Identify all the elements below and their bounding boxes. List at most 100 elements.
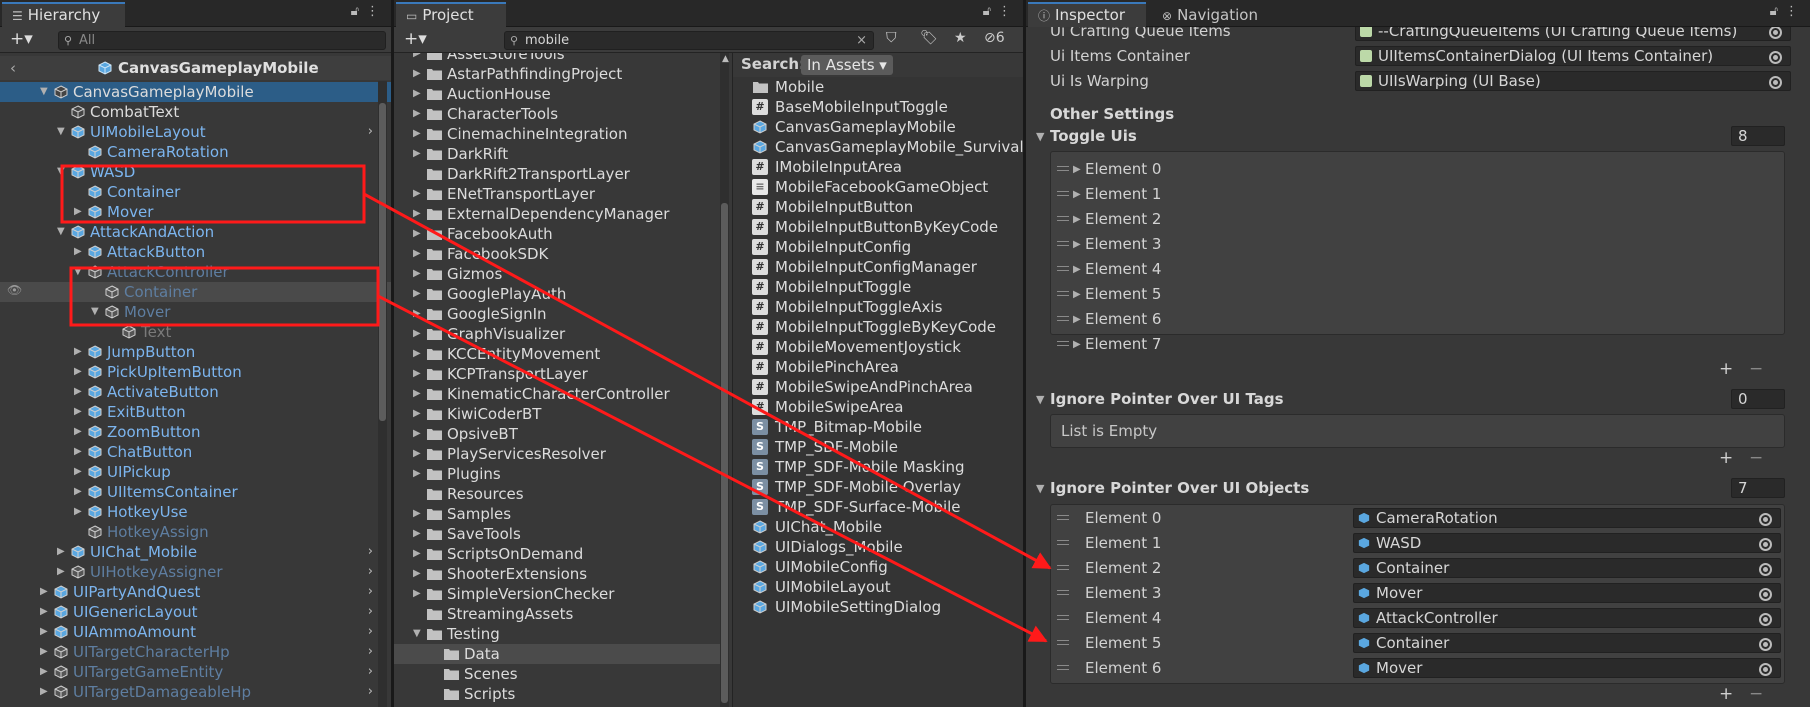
- tab-hierarchy[interactable]: ☰ Hierarchy: [2, 2, 125, 27]
- folder-row[interactable]: ▶ SaveTools: [394, 524, 720, 544]
- hierarchy-row[interactable]: ▼ AttackAndAction: [0, 222, 391, 242]
- drag-handle-icon[interactable]: [1057, 590, 1069, 595]
- folder-row[interactable]: Scripts: [394, 684, 720, 704]
- collapsed-arrow-icon[interactable]: ▶: [413, 564, 421, 584]
- folder-row[interactable]: ▶ CinemachineIntegration: [394, 124, 720, 144]
- hierarchy-row[interactable]: ▶ PickUpItemButton: [0, 362, 391, 382]
- foldout-arrow-icon[interactable]: ▼: [1036, 478, 1044, 500]
- hidden-packages-icon[interactable]: ⊘6: [984, 30, 1005, 46]
- search-result-item[interactable]: # MobileInputToggle: [733, 277, 1023, 297]
- object-picker-icon[interactable]: [1759, 638, 1772, 651]
- scrollbar-thumb[interactable]: [379, 103, 386, 421]
- folder-row[interactable]: ▶ PlayServicesResolver: [394, 444, 720, 464]
- collapsed-arrow-icon[interactable]: ▶: [413, 284, 421, 304]
- collapsed-arrow-icon[interactable]: ▶: [413, 244, 421, 264]
- search-result-item[interactable]: S TMP_SDF-Mobile Masking: [733, 457, 1023, 477]
- search-result-item[interactable]: UIDialogs_Mobile: [733, 537, 1023, 557]
- object-picker-icon[interactable]: [1759, 538, 1772, 551]
- object-field[interactable]: Mover: [1353, 583, 1781, 603]
- collapsed-arrow-icon[interactable]: ▶: [413, 53, 421, 64]
- collapsed-arrow-icon[interactable]: ▶: [74, 442, 82, 462]
- search-result-item[interactable]: # MobilePinchArea: [733, 357, 1023, 377]
- folder-row[interactable]: ▶ KCCEntityMovement: [394, 344, 720, 364]
- search-result-item[interactable]: # MobileInputButtonByKeyCode: [733, 217, 1023, 237]
- object-field[interactable]: --CraftingQueueItems (UI Crafting Queue …: [1355, 27, 1791, 41]
- hierarchy-row[interactable]: ▼ Mover: [0, 302, 391, 322]
- collapsed-arrow-icon[interactable]: ▶: [413, 344, 421, 364]
- list-element-row[interactable]: ▶ Element 7: [1051, 333, 1784, 355]
- ignore-objects-size-field[interactable]: 7: [1731, 478, 1785, 498]
- expanded-arrow-icon[interactable]: ▼: [57, 122, 65, 142]
- object-field[interactable]: AttackController: [1353, 608, 1781, 628]
- hierarchy-row[interactable]: ▶ ActivateButton: [0, 382, 391, 402]
- chevron-right-icon[interactable]: ›: [368, 562, 373, 582]
- collapsed-arrow-icon[interactable]: ▶: [1073, 334, 1081, 356]
- collapsed-arrow-icon[interactable]: ▶: [413, 84, 421, 104]
- search-result-item[interactable]: UIChat_Mobile: [733, 517, 1023, 537]
- collapsed-arrow-icon[interactable]: ▶: [413, 464, 421, 484]
- list-element-row[interactable]: Element 4 AttackController: [1051, 607, 1784, 629]
- ignore-tags-size-field[interactable]: 0: [1731, 389, 1785, 409]
- hierarchy-row[interactable]: ▼ WASD: [0, 162, 391, 182]
- hierarchy-row[interactable]: ▶ ExitButton: [0, 402, 391, 422]
- folder-row[interactable]: Data: [394, 644, 720, 664]
- collapsed-arrow-icon[interactable]: ▶: [1073, 159, 1081, 181]
- object-field[interactable]: WASD: [1353, 533, 1781, 553]
- folder-row[interactable]: ▼ Testing: [394, 624, 720, 644]
- search-result-item[interactable]: # MobileInputConfig: [733, 237, 1023, 257]
- search-result-item[interactable]: CanvasGameplayMobile: [733, 117, 1023, 137]
- list-element-row[interactable]: ▶ Element 1: [1051, 183, 1784, 205]
- search-result-item[interactable]: # MobileInputButton: [733, 197, 1023, 217]
- object-picker-icon[interactable]: [1769, 76, 1782, 89]
- clear-search-icon[interactable]: ×: [856, 32, 867, 49]
- collapsed-arrow-icon[interactable]: ▶: [1073, 259, 1081, 281]
- drag-handle-icon[interactable]: [1057, 341, 1069, 346]
- collapsed-arrow-icon[interactable]: ▶: [40, 602, 48, 622]
- expanded-arrow-icon[interactable]: ▼: [40, 82, 48, 102]
- folder-row[interactable]: ▶ SimpleVersionChecker: [394, 584, 720, 604]
- drag-handle-icon[interactable]: [1057, 515, 1069, 520]
- object-picker-icon[interactable]: [1759, 663, 1772, 676]
- folder-row[interactable]: ▶ KiwiCoderBT: [394, 404, 720, 424]
- object-picker-icon[interactable]: [1759, 513, 1772, 526]
- hierarchy-row[interactable]: Container: [0, 282, 391, 302]
- collapsed-arrow-icon[interactable]: ▶: [413, 444, 421, 464]
- collapsed-arrow-icon[interactable]: ▶: [413, 364, 421, 384]
- object-picker-icon[interactable]: [1769, 27, 1782, 39]
- toggle-uis-remove-button[interactable]: −: [1749, 359, 1763, 379]
- search-result-item[interactable]: CanvasGameplayMobile_Survival: [733, 137, 1023, 157]
- collapsed-arrow-icon[interactable]: ▶: [40, 622, 48, 642]
- object-field[interactable]: Mover: [1353, 658, 1781, 678]
- folder-row[interactable]: ▶ AuctionHouse: [394, 84, 720, 104]
- folder-row[interactable]: ▶ AstarPathfindingProject: [394, 64, 720, 84]
- object-picker-icon[interactable]: [1759, 613, 1772, 626]
- collapsed-arrow-icon[interactable]: ▶: [40, 582, 48, 602]
- folder-row[interactable]: ▶ ExternalDependencyManager: [394, 204, 720, 224]
- visibility-eye-icon[interactable]: 👁︎: [7, 283, 22, 297]
- collapsed-arrow-icon[interactable]: ▶: [74, 502, 82, 522]
- hierarchy-row[interactable]: ▶ JumpButton: [0, 342, 391, 362]
- create-button[interactable]: +▾: [10, 29, 33, 49]
- search-result-item[interactable]: # MobileInputConfigManager: [733, 257, 1023, 277]
- list-element-row[interactable]: ▶ Element 2: [1051, 208, 1784, 230]
- drag-handle-icon[interactable]: [1057, 216, 1069, 221]
- drag-handle-icon[interactable]: [1057, 191, 1069, 196]
- hierarchy-row[interactable]: CameraRotation: [0, 142, 391, 162]
- drag-handle-icon[interactable]: [1057, 640, 1069, 645]
- collapsed-arrow-icon[interactable]: ▶: [74, 362, 82, 382]
- collapsed-arrow-icon[interactable]: ▶: [413, 504, 421, 524]
- collapsed-arrow-icon[interactable]: ▶: [74, 422, 82, 442]
- folder-row[interactable]: Scenes: [394, 664, 720, 684]
- toggle-uis-size-field[interactable]: 8: [1731, 126, 1785, 146]
- collapsed-arrow-icon[interactable]: ▶: [74, 462, 82, 482]
- collapsed-arrow-icon[interactable]: ▶: [413, 204, 421, 224]
- kebab-menu-icon[interactable]: ⋮: [998, 4, 1011, 19]
- drag-handle-icon[interactable]: [1057, 316, 1069, 321]
- folder-row[interactable]: ▶ Plugins: [394, 464, 720, 484]
- search-result-item[interactable]: ≡ MobileFacebookGameObject: [733, 177, 1023, 197]
- collapsed-arrow-icon[interactable]: ▶: [413, 184, 421, 204]
- search-result-item[interactable]: Mobile: [733, 77, 1023, 97]
- collapsed-arrow-icon[interactable]: ▶: [40, 662, 48, 682]
- drag-handle-icon[interactable]: [1057, 540, 1069, 545]
- list-element-row[interactable]: ▶ Element 5: [1051, 283, 1784, 305]
